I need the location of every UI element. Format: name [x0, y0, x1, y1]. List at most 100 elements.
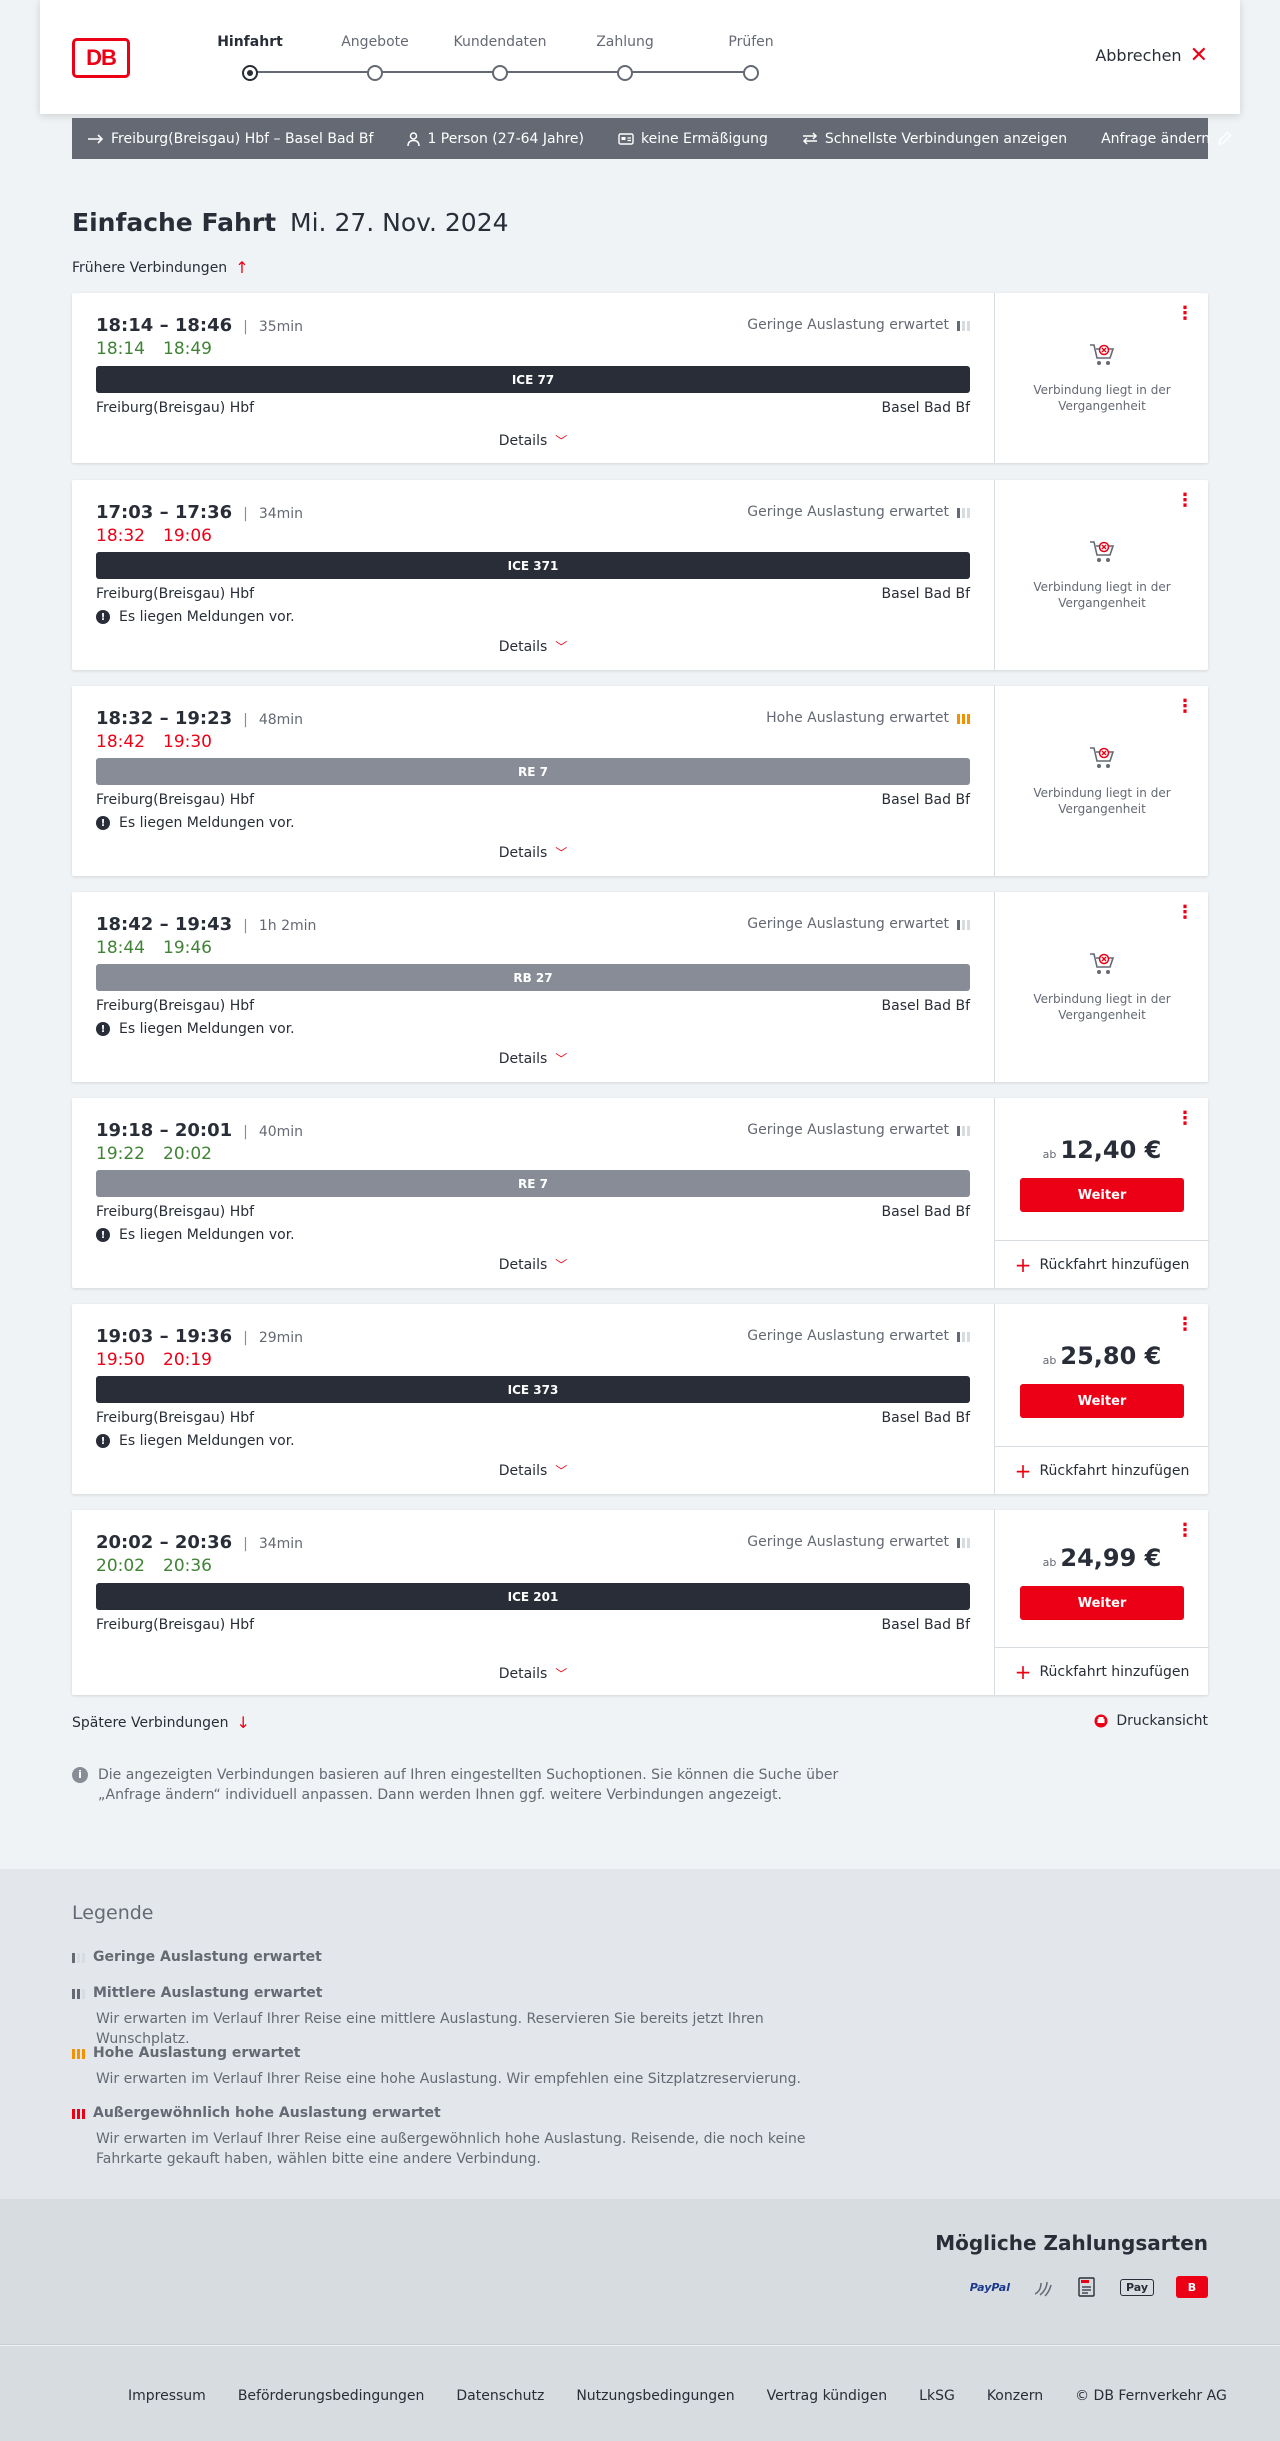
apple-pay-text: Pay [1125, 2280, 1148, 2294]
step-angebote[interactable]: Angebote [315, 34, 435, 81]
more-options-icon[interactable]: ⋮ [1176, 1316, 1194, 1334]
occupancy-text: Geringe Auslastung erwartet [747, 504, 949, 520]
continue-button[interactable]: Weiter [1020, 1586, 1184, 1620]
message-notice: ! Es liegen Meldungen vor. [96, 1433, 295, 1449]
cart-unavailable-icon [1090, 541, 1115, 562]
train-bar[interactable]: RE 7 [96, 1170, 970, 1197]
progress-stepper: Hinfahrt Angebote Kundendaten Zahlung Pr… [210, 34, 774, 84]
price-value: 24,99 € [1060, 1544, 1162, 1572]
stations: Freiburg(Breisgau) Hbf Basel Bad Bf [96, 1204, 970, 1220]
step-dot [367, 65, 383, 81]
card-icon [618, 132, 634, 145]
step-label: Hinfahrt [217, 34, 283, 50]
details-toggle[interactable]: Details ﹀ [72, 1462, 994, 1479]
db-logo[interactable]: DB [72, 38, 130, 78]
details-label: Details [498, 432, 548, 449]
print-view-link[interactable]: Druckansicht [1094, 1713, 1208, 1729]
edit-search-button[interactable]: Anfrage ändern [1101, 131, 1232, 147]
plus-icon: + [1014, 1458, 1032, 1483]
add-return-button[interactable]: + Rückfahrt hinzufügen [995, 1647, 1209, 1695]
details-toggle[interactable]: Details ﹀ [72, 1256, 994, 1273]
train-bar[interactable]: ICE 373 [96, 1376, 970, 1403]
details-toggle[interactable]: Details ﹀ [72, 432, 994, 449]
price: ab 25,80 € [995, 1342, 1209, 1370]
footer-link-befoerderungsbedingungen[interactable]: Beförderungsbedingungen [238, 2388, 425, 2404]
details-toggle[interactable]: Details ﹀ [72, 1050, 994, 1067]
step-pruefen[interactable]: Prüfen [691, 34, 811, 81]
footer-link-lksg[interactable]: LkSG [919, 2388, 955, 2404]
planned-times: 19:03 – 19:36 | 29min [96, 1326, 303, 1347]
realtime-arrival: 19:30 [163, 732, 212, 752]
arrow-down-icon: ↓ [236, 1713, 250, 1732]
train-bar[interactable]: ICE 371 [96, 552, 970, 579]
continue-button[interactable]: Weiter [1020, 1178, 1184, 1212]
message-text: Es liegen Meldungen vor. [119, 609, 295, 625]
more-options-icon[interactable]: ⋮ [1176, 1110, 1194, 1128]
train-bar[interactable]: RB 27 [96, 964, 970, 991]
legend-item-medium: Mittlere Auslastung erwartet Wir erwarte… [72, 1985, 852, 2049]
offer-panel: ⋮ Verbindung liegt in der Vergangenheit [994, 892, 1208, 1082]
message-notice: ! Es liegen Meldungen vor. [96, 815, 295, 831]
details-toggle[interactable]: Details ﹀ [72, 1665, 994, 1682]
realtime-times: 19:50 20:19 [96, 1350, 212, 1370]
occupancy: Hohe Auslastung erwartet [766, 710, 970, 726]
later-connections-link[interactable]: Spätere Verbindungen ↓ [72, 1713, 250, 1732]
price: ab 12,40 € [995, 1136, 1209, 1164]
footer-link-nutzungsbedingungen[interactable]: Nutzungsbedingungen [576, 2388, 734, 2404]
realtime-arrival: 20:19 [163, 1350, 212, 1370]
summary-discount: keine Ermäßigung [618, 131, 768, 147]
legend-title: Legende [72, 1902, 154, 1924]
details-toggle[interactable]: Details ﹀ [72, 844, 994, 861]
time-range: 18:42 – 19:43 [96, 914, 233, 935]
paypal-icon: PayPal [969, 2280, 1010, 2294]
stations: Freiburg(Breisgau) Hbf Basel Bad Bf [96, 998, 970, 1014]
occupancy: Geringe Auslastung erwartet [747, 504, 970, 520]
print-label: Druckansicht [1116, 1713, 1208, 1729]
add-return-button[interactable]: + Rückfahrt hinzufügen [995, 1240, 1209, 1288]
planned-times: 17:03 – 17:36 | 34min [96, 502, 303, 523]
footer-link-konzern[interactable]: Konzern [987, 2388, 1043, 2404]
add-return-label: Rückfahrt hinzufügen [1039, 1462, 1190, 1479]
legend-item-title: Außergewöhnlich hohe Auslastung erwartet [93, 2105, 441, 2121]
connection-card: 17:03 – 17:36 | 34min 18:32 19:06 Geringe A… [72, 480, 1208, 670]
occupancy: Geringe Auslastung erwartet [747, 1534, 970, 1550]
continue-button[interactable]: Weiter [1020, 1384, 1184, 1418]
summary-fastest[interactable]: Schnellste Verbindungen anzeigen [802, 131, 1067, 147]
payment-title: Mögliche Zahlungsarten [935, 2231, 1208, 2255]
add-return-button[interactable]: + Rückfahrt hinzufügen [995, 1446, 1209, 1494]
alert-icon: ! [96, 1434, 110, 1448]
price-value: 12,40 € [1060, 1136, 1162, 1164]
legend-item-extreme: Außergewöhnlich hohe Auslastung erwartet… [72, 2105, 852, 2169]
offer-panel: ⋮ ab 24,99 € Weiter + Rückfahrt hinzufügen [994, 1510, 1209, 1695]
occupancy-high-icon [957, 712, 970, 724]
step-zahlung[interactable]: Zahlung [565, 34, 685, 81]
sepa-invoice-icon [1078, 2277, 1095, 2297]
train-bar[interactable]: ICE 201 [96, 1583, 970, 1610]
duration: 48min [258, 712, 304, 728]
origin-station: Freiburg(Breisgau) Hbf [96, 400, 255, 416]
step-kundendaten[interactable]: Kundendaten [440, 34, 560, 81]
header: DB Hinfahrt Angebote Kundendaten Zahlung… [40, 0, 1240, 114]
train-bar[interactable]: RE 7 [96, 758, 970, 785]
footer-link-datenschutz[interactable]: Datenschutz [456, 2388, 544, 2404]
persons-text: 1 Person (27-64 Jahre) [427, 130, 584, 147]
chevron-down-icon: ﹀ [555, 1052, 568, 1066]
cancel-button[interactable]: Abbrechen ✕ [1095, 44, 1208, 66]
step-hinfahrt[interactable]: Hinfahrt [190, 34, 310, 81]
details-toggle[interactable]: Details ﹀ [72, 638, 994, 655]
occupancy-low-icon [957, 319, 970, 331]
realtime-times: 18:14 18:49 [96, 339, 212, 359]
cancel-label: Abbrechen [1095, 46, 1182, 65]
footer-link-vertrag-kuendigen[interactable]: Vertrag kündigen [767, 2388, 888, 2404]
time-range: 18:14 – 18:46 [96, 315, 233, 336]
train-bar[interactable]: ICE 77 [96, 366, 970, 393]
earlier-connections-link[interactable]: Frühere Verbindungen ↑ [72, 258, 249, 277]
details-label: Details [498, 1462, 548, 1479]
origin-station: Freiburg(Breisgau) Hbf [96, 1204, 255, 1220]
occupancy-low-icon [72, 1951, 85, 1963]
more-options-icon[interactable]: ⋮ [1176, 1522, 1194, 1540]
step-label: Zahlung [596, 34, 654, 50]
legend-item-high: Hohe Auslastung erwartet Wir erwarten im… [72, 2045, 852, 2089]
footer-link-impressum[interactable]: Impressum [128, 2388, 206, 2404]
occupancy: Geringe Auslastung erwartet [747, 1122, 970, 1138]
